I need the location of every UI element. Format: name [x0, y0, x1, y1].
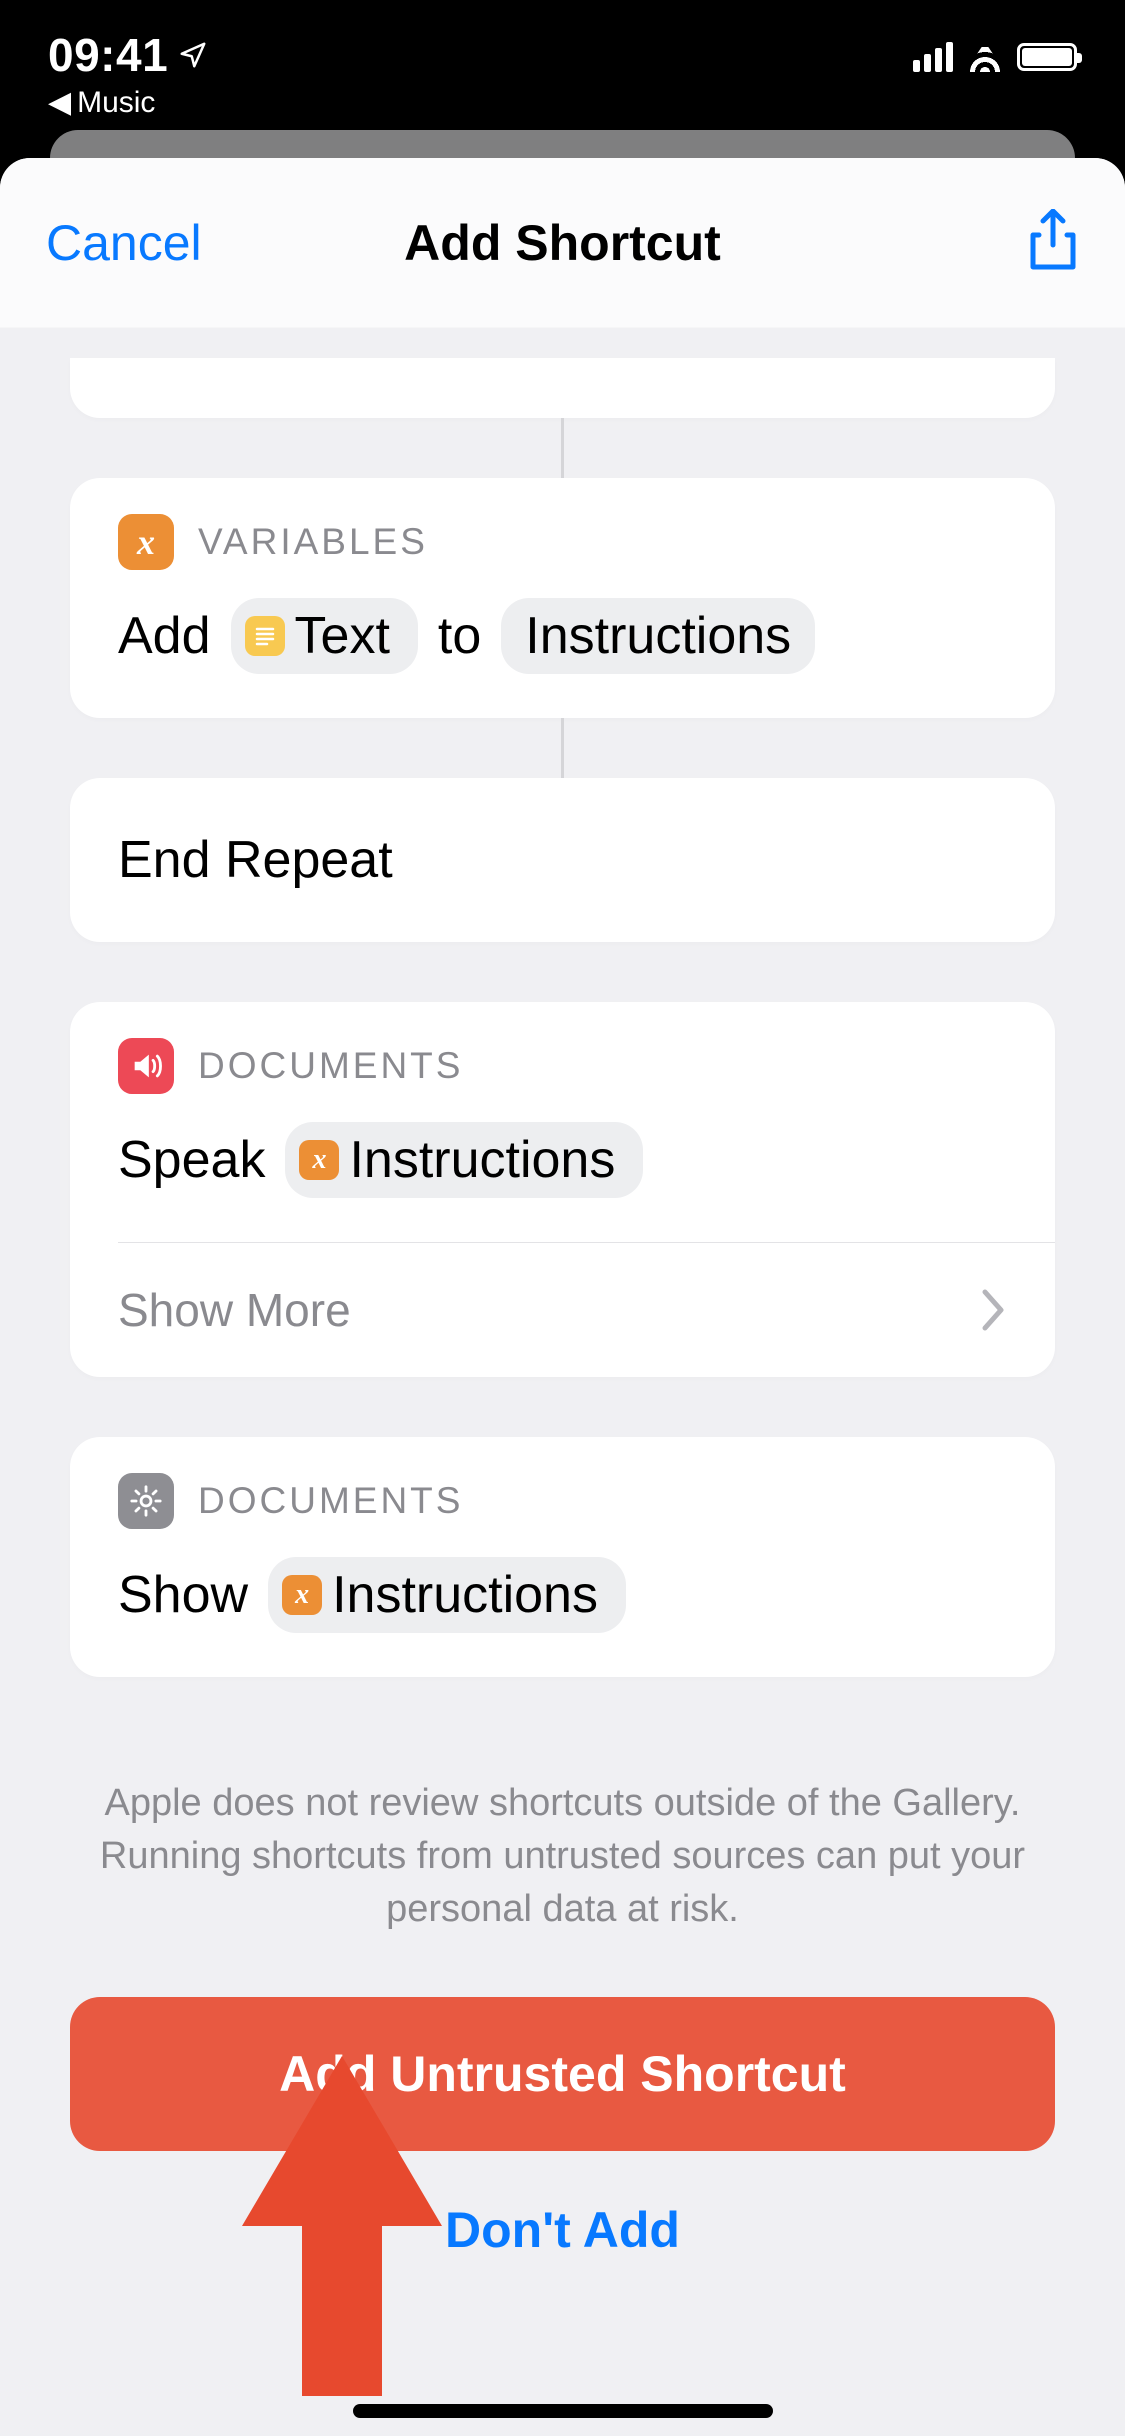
variable-icon: x: [282, 1575, 322, 1615]
cellular-icon: [913, 42, 953, 72]
show-more-label: Show More: [118, 1283, 351, 1337]
navbar: Cancel Add Shortcut: [0, 158, 1125, 328]
action-card-end-repeat[interactable]: End Repeat: [70, 778, 1055, 942]
speaker-icon: [118, 1038, 174, 1094]
verb: Speak: [118, 1130, 265, 1190]
section-label: VARIABLES: [198, 521, 428, 563]
home-indicator: [353, 2404, 773, 2418]
status-time: 09:41: [48, 28, 168, 82]
untrusted-warning-text: Apple does not review shortcuts outside …: [70, 1677, 1055, 1997]
token-label: Instructions: [332, 1565, 598, 1625]
end-repeat-label: End Repeat: [118, 830, 393, 890]
previous-action-card: [70, 358, 1055, 418]
variable-icon: x: [299, 1140, 339, 1180]
token-label: Instructions: [525, 606, 791, 666]
show-more-button[interactable]: Show More: [70, 1243, 1055, 1377]
gear-icon: [118, 1473, 174, 1529]
connector-line: [561, 718, 564, 778]
battery-icon: [1017, 43, 1077, 71]
share-icon: [1027, 209, 1079, 271]
share-button[interactable]: [1027, 209, 1079, 276]
token-label: Text: [295, 606, 390, 666]
variables-icon: x: [118, 514, 174, 570]
dont-add-button[interactable]: Don't Add: [70, 2151, 1055, 2309]
text-icon: [245, 616, 285, 656]
action-card-show[interactable]: DOCUMENTS Show x Instructions: [70, 1437, 1055, 1677]
action-card-add-variable[interactable]: x VARIABLES Add Text to Instructions: [70, 478, 1055, 718]
chevron-right-icon: [979, 1288, 1007, 1332]
status-bar: 09:41 ◀ Music: [0, 0, 1125, 130]
cancel-button[interactable]: Cancel: [46, 214, 202, 272]
add-untrusted-shortcut-button[interactable]: Add Untrusted Shortcut: [70, 1997, 1055, 2151]
section-label: DOCUMENTS: [198, 1045, 463, 1087]
back-to-app[interactable]: ◀ Music: [48, 86, 208, 120]
action-card-speak[interactable]: DOCUMENTS Speak x Instructions Show More: [70, 1002, 1055, 1377]
section-label: DOCUMENTS: [198, 1480, 463, 1522]
token-text[interactable]: Text: [231, 598, 418, 674]
token-instructions[interactable]: x Instructions: [268, 1557, 626, 1633]
location-icon: [178, 40, 208, 70]
token-label: Instructions: [349, 1130, 615, 1190]
token-instructions[interactable]: x Instructions: [285, 1122, 643, 1198]
back-caret-icon: ◀: [48, 88, 71, 118]
verb: Show: [118, 1565, 248, 1625]
verb: Add: [118, 606, 211, 666]
joiner: to: [438, 606, 481, 666]
token-instructions[interactable]: Instructions: [501, 598, 815, 674]
sheet: Cancel Add Shortcut x VARIABLES Add: [0, 158, 1125, 2436]
wifi-icon: [965, 42, 1005, 72]
back-app-label: Music: [77, 86, 155, 120]
connector-line: [561, 418, 564, 478]
